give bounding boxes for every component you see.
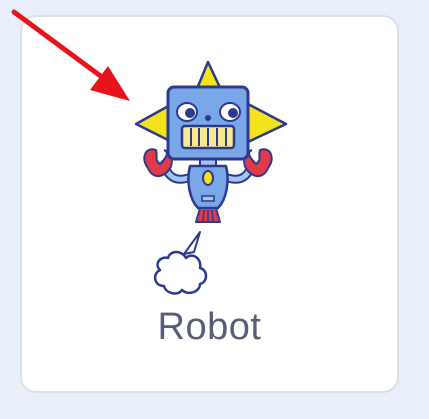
sprite-name-label: Robot (157, 306, 262, 348)
sprite-selector-area: Robot (0, 0, 429, 419)
